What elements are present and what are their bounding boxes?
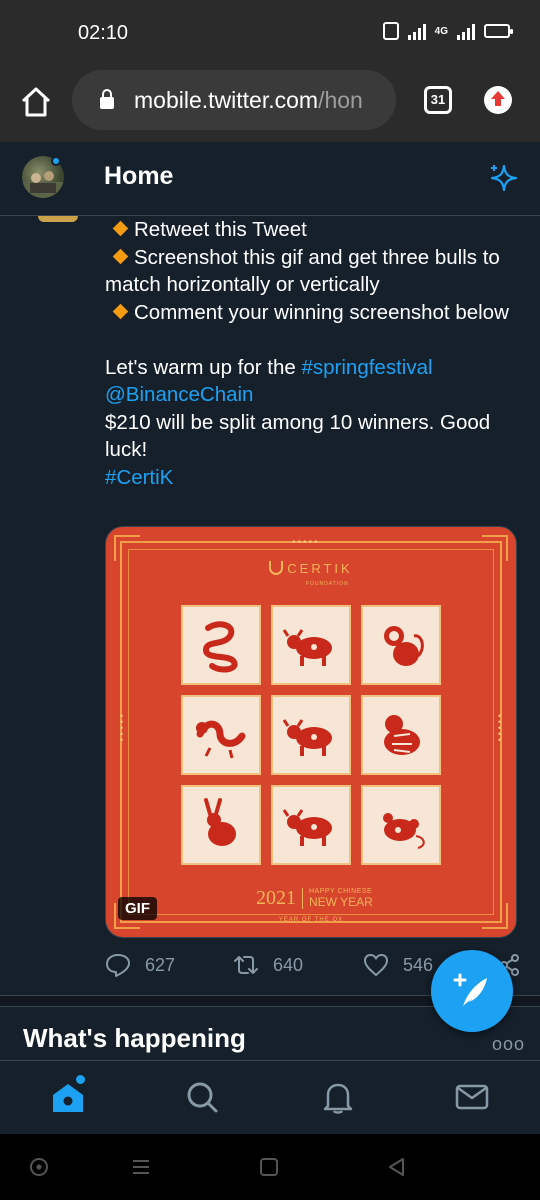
more-options-icon[interactable]: ooo [492, 1034, 525, 1055]
battery-icon [484, 24, 513, 38]
zodiac-grid [181, 605, 443, 867]
compose-feather-icon [453, 973, 487, 1006]
brand-sub: FOUNDATION [306, 581, 349, 587]
home-nav-icon[interactable] [50, 1079, 86, 1115]
vibrate-icon [382, 22, 399, 40]
ox-icon [282, 809, 332, 846]
zodiac-tile-snake [181, 605, 261, 685]
zodiac-tile-ox [271, 785, 351, 865]
menu-icon[interactable] [130, 1156, 152, 1178]
status-bar: 02:10 4G [0, 0, 540, 68]
zodiac-tile-monkey [361, 605, 441, 685]
tiger-icon [384, 715, 420, 755]
gif-badge: GIF [118, 897, 157, 920]
rat-icon [383, 813, 425, 849]
home-icon[interactable] [18, 84, 54, 120]
tabs-count-button[interactable]: 31 [424, 86, 452, 114]
tweet-line-comment: Comment your winning screenshot below [134, 300, 509, 324]
back-icon[interactable] [386, 1156, 408, 1178]
like-count: 546 [403, 954, 434, 975]
compose-tweet-button[interactable] [431, 950, 513, 1032]
author-avatar[interactable] [38, 216, 78, 222]
tweet-text: Retweet this Tweet Screenshot this gif a… [105, 216, 525, 491]
twitter-header: Home [0, 142, 540, 216]
zodiac-tile-rat [361, 785, 441, 865]
whats-happening-title: What's happening [23, 1023, 246, 1053]
dots-ornament: ••••• [498, 711, 502, 745]
url-text: mobile.twitter.com/hon [134, 87, 363, 114]
diamond-icon [112, 303, 129, 319]
dots-ornament: ••••• [292, 537, 320, 548]
system-navigation-bar [0, 1134, 540, 1200]
signal-icon-2 [457, 22, 475, 40]
upload-arrow-icon[interactable] [484, 86, 512, 114]
retweet-count: 640 [273, 954, 304, 975]
corner-ornament [482, 903, 508, 929]
reply-count: 627 [145, 954, 176, 975]
rabbit-icon [204, 798, 236, 846]
signal-icon [407, 22, 426, 40]
greeting: 2021 HAPPY CHINESE NEW YEAR [256, 887, 373, 910]
brand-name: CERTIK [287, 561, 353, 576]
hashtag-certik-link[interactable]: #CertiK [105, 466, 173, 489]
greeting-bottom: NEW YEAR [309, 895, 373, 909]
url-domain: mobile.twitter.com [134, 86, 319, 113]
like-button[interactable]: 546 [363, 952, 433, 978]
zodiac-tile-ox [271, 695, 351, 775]
zodiac-tile-ox [271, 605, 351, 685]
zodiac-tile-rabbit [181, 785, 261, 865]
lock-icon [100, 89, 114, 109]
corner-ornament [114, 535, 140, 561]
url-path: /hon [318, 86, 363, 113]
snake-icon [202, 621, 238, 673]
zodiac-tile-tiger [361, 695, 441, 775]
corner-ornament [482, 535, 508, 561]
tweet-line-prize: $210 will be split among 10 winners. Goo… [105, 410, 491, 462]
reply-button[interactable]: 627 [105, 952, 175, 978]
search-icon[interactable] [184, 1079, 220, 1115]
tweet-media-gif[interactable]: ••••• • • • • • • • • • • CERTIK FOUNDATION 2021… [105, 526, 517, 938]
tweet-line-warmup: Let's warm up for the [105, 355, 302, 379]
dragon-icon [196, 720, 246, 759]
status-time: 02:10 [78, 22, 129, 44]
url-bar[interactable]: mobile.twitter.com/hon [72, 70, 396, 130]
year-text: 2021 [256, 887, 296, 909]
network-label: 4G [434, 25, 448, 37]
notification-dot [51, 156, 61, 166]
dots-ornament: ••••• [120, 711, 124, 745]
ox-icon [282, 629, 332, 666]
zodiac-tile-dragon [181, 695, 261, 775]
diamond-icon [112, 248, 129, 264]
certik-logo: CERTIK [106, 561, 516, 576]
hashtag-springfestival-link[interactable]: #springfestival [301, 356, 432, 379]
bottom-navigation [0, 1060, 540, 1134]
bell-icon[interactable] [320, 1079, 356, 1115]
tweet-line-retweet: Retweet this Tweet [134, 218, 307, 241]
mention-binancechain-link[interactable]: @BinanceChain [105, 383, 253, 406]
retweet-button[interactable]: 640 [233, 952, 303, 978]
mail-icon[interactable] [454, 1079, 490, 1115]
tweet-line-screenshot: Screenshot this gif and get three bulls … [105, 245, 500, 297]
greeting-block: HAPPY CHINESE NEW YEAR [302, 888, 373, 909]
recents-icon[interactable] [258, 1156, 280, 1178]
browser-toolbar: mobile.twitter.com/hon 31 [0, 68, 540, 142]
reply-icon [106, 954, 130, 977]
page-title: Home [104, 162, 174, 190]
greeting-top: HAPPY CHINESE [309, 888, 373, 895]
home-notification-dot [76, 1075, 85, 1084]
assistant-icon[interactable] [28, 1156, 50, 1178]
heart-icon [364, 954, 388, 976]
media-caption: YEAR OF THE OX [278, 917, 344, 923]
monkey-icon [384, 626, 424, 666]
diamond-icon [112, 220, 129, 237]
retweet-icon [234, 956, 258, 974]
status-icons: 4G [382, 22, 513, 40]
ox-icon [282, 719, 332, 756]
sparkle-icon[interactable] [488, 162, 520, 194]
certik-shield-icon [269, 561, 284, 575]
